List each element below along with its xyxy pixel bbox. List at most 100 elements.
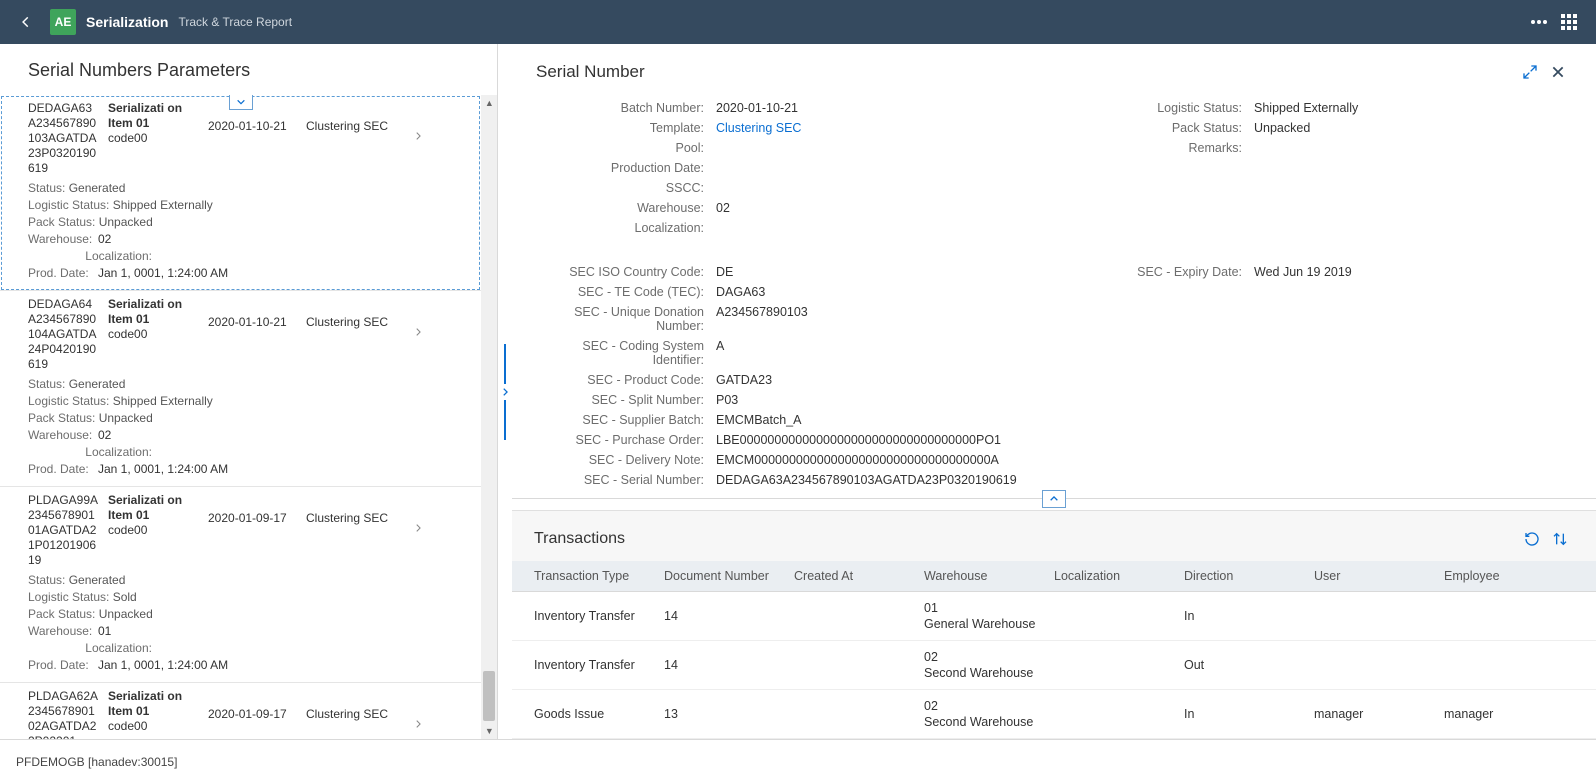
cell-doc: 13 (664, 707, 794, 721)
more-icon[interactable] (1524, 7, 1554, 37)
item-code: code00 (108, 523, 200, 538)
val-sec-iso: DE (716, 265, 733, 279)
serial-list-item[interactable]: PLDAGA62A234567890102AGATDA22P02201 Seri… (0, 683, 481, 739)
lbl-sec-csi: SEC - Coding System Identifier: (536, 339, 716, 367)
back-button[interactable] (12, 8, 40, 36)
serial-number-text: PLDAGA62A234567890102AGATDA22P02201 (28, 689, 100, 739)
cell-wh: 02Second Warehouse (924, 649, 1054, 681)
chevron-right-icon[interactable] (404, 297, 432, 339)
page-title: Track & Trace Report (178, 15, 292, 29)
val-sec-udn: A234567890103 (716, 305, 808, 319)
lbl-sscc: SSCC: (536, 181, 716, 195)
transactions-body: Inventory Transfer 14 01General Warehous… (512, 592, 1596, 739)
footer-text: PFDEMOGB [hanadev:30015] (16, 755, 177, 769)
val-wh: 02 (716, 201, 730, 215)
pane-splitter[interactable] (498, 44, 512, 739)
val-sec-dn: EMCM0000000000000000000000000000000000A (716, 453, 999, 467)
val-sec-csi: A (716, 339, 724, 353)
chevron-right-icon[interactable] (404, 493, 432, 535)
lbl-template: Template: (536, 121, 716, 135)
chevron-right-icon[interactable] (404, 101, 432, 143)
item-name: Serializati on Item 01 (108, 689, 200, 719)
val-sec-pc: GATDA23 (716, 373, 772, 387)
sort-icon[interactable] (1546, 525, 1574, 553)
chevron-down-icon[interactable] (229, 95, 253, 110)
lbl-sec-exp: SEC - Expiry Date: (1074, 265, 1254, 279)
cell-type: Goods Issue (534, 707, 664, 721)
lbl-sec-sn: SEC - Split Number: (536, 393, 716, 407)
fullscreen-icon[interactable] (1516, 58, 1544, 86)
app-logo: AE (50, 9, 76, 35)
cell-dir: In (1184, 609, 1314, 623)
item-type: Clustering SEC (306, 297, 396, 330)
master-scrollbar[interactable]: ▲ ▼ (481, 95, 497, 739)
apps-grid-icon[interactable] (1554, 7, 1584, 37)
col-type[interactable]: Transaction Type (534, 569, 664, 583)
detail-pane: Serial Number Batch Number:2020-01-10-21… (512, 44, 1596, 739)
val-sec-ser: DEDAGA63A234567890103AGATDA23P0320190619 (716, 473, 1017, 487)
col-user[interactable]: User (1314, 569, 1444, 583)
close-icon[interactable] (1544, 58, 1572, 86)
val-sec-tec: DAGA63 (716, 285, 765, 299)
cell-dir: In (1184, 707, 1314, 721)
refresh-icon[interactable] (1518, 525, 1546, 553)
lbl-remarks: Remarks: (1074, 141, 1254, 155)
item-code: code00 (108, 719, 200, 734)
lbl-sec-pc: SEC - Product Code: (536, 373, 716, 387)
lbl-sec-sb: SEC - Supplier Batch: (536, 413, 716, 427)
chevron-right-icon[interactable] (404, 689, 432, 731)
collapse-toggle-icon[interactable] (1042, 490, 1066, 508)
val-sec-sn: P03 (716, 393, 738, 407)
scroll-up-icon[interactable]: ▲ (481, 95, 497, 111)
item-name: Serializati on Item 01 (108, 101, 200, 131)
cell-wh: 01General Warehouse (924, 600, 1054, 632)
item-name: Serializati on Item 01 (108, 297, 200, 327)
lbl-pool: Pool: (536, 141, 716, 155)
item-date: 2020-01-10-21 (208, 101, 298, 134)
col-wh[interactable]: Warehouse (924, 569, 1054, 583)
item-code: code00 (108, 131, 200, 146)
col-loc[interactable]: Localization (1054, 569, 1184, 583)
val-template[interactable]: Clustering SEC (716, 121, 801, 135)
val-logst: Shipped Externally (1254, 101, 1358, 115)
serial-list-item[interactable]: PLDAGA99A234567890101AGATDA21P0120190619… (0, 487, 481, 683)
serial-list-item[interactable]: DEDAGA64A234567890104AGATDA24P0420190619… (0, 291, 481, 487)
serial-list-item[interactable]: DEDAGA63A234567890103AGATDA23P0320190619… (0, 95, 481, 291)
col-doc[interactable]: Document Number (664, 569, 794, 583)
app-title: Serialization (86, 14, 168, 30)
col-emp[interactable]: Employee (1444, 569, 1574, 583)
cell-type: Inventory Transfer (534, 658, 664, 672)
master-pane: Serial Numbers Parameters DEDAGA63A23456… (0, 44, 498, 739)
transactions-header-row: Transaction Type Document Number Created… (512, 561, 1596, 592)
lbl-logst: Logistic Status: (1074, 101, 1254, 115)
shell-footer: PFDEMOGB [hanadev:30015] (0, 739, 1596, 783)
serial-number-text: DEDAGA63A234567890103AGATDA23P0320190619 (28, 101, 100, 176)
item-type: Clustering SEC (306, 101, 396, 134)
cell-type: Inventory Transfer (534, 609, 664, 623)
col-dir[interactable]: Direction (1184, 569, 1314, 583)
item-code: code00 (108, 327, 200, 342)
lbl-wh: Warehouse: (536, 201, 716, 215)
shell-header: AE Serialization Track & Trace Report (0, 0, 1596, 44)
lbl-sec-po: SEC - Purchase Order: (536, 433, 716, 447)
lbl-proddate: Production Date: (536, 161, 716, 175)
transaction-row[interactable]: Inventory Transfer 14 02Second Warehouse… (512, 641, 1596, 690)
scroll-thumb[interactable] (483, 671, 495, 721)
item-date: 2020-01-09-17 (208, 493, 298, 526)
val-sec-po: LBE0000000000000000000000000000000000PO1 (716, 433, 1001, 447)
lbl-loc: Localization: (536, 221, 716, 235)
col-created[interactable]: Created At (794, 569, 924, 583)
transaction-row[interactable]: Inventory Transfer 14 01General Warehous… (512, 592, 1596, 641)
transaction-row[interactable]: Goods Issue 13 02Second Warehouse In man… (512, 690, 1596, 739)
lbl-sec-ser: SEC - Serial Number: (536, 473, 716, 487)
transactions-title: Transactions (534, 530, 625, 548)
scroll-down-icon[interactable]: ▼ (481, 723, 497, 739)
lbl-sec-tec: SEC - TE Code (TEC): (536, 285, 716, 299)
val-sec-exp: Wed Jun 19 2019 (1254, 265, 1352, 279)
cell-doc: 14 (664, 609, 794, 623)
lbl-packst: Pack Status: (1074, 121, 1254, 135)
serial-number-text: DEDAGA64A234567890104AGATDA24P0420190619 (28, 297, 100, 372)
item-date: 2020-01-09-17 (208, 689, 298, 722)
item-date: 2020-01-10-21 (208, 297, 298, 330)
item-type: Clustering SEC (306, 493, 396, 526)
